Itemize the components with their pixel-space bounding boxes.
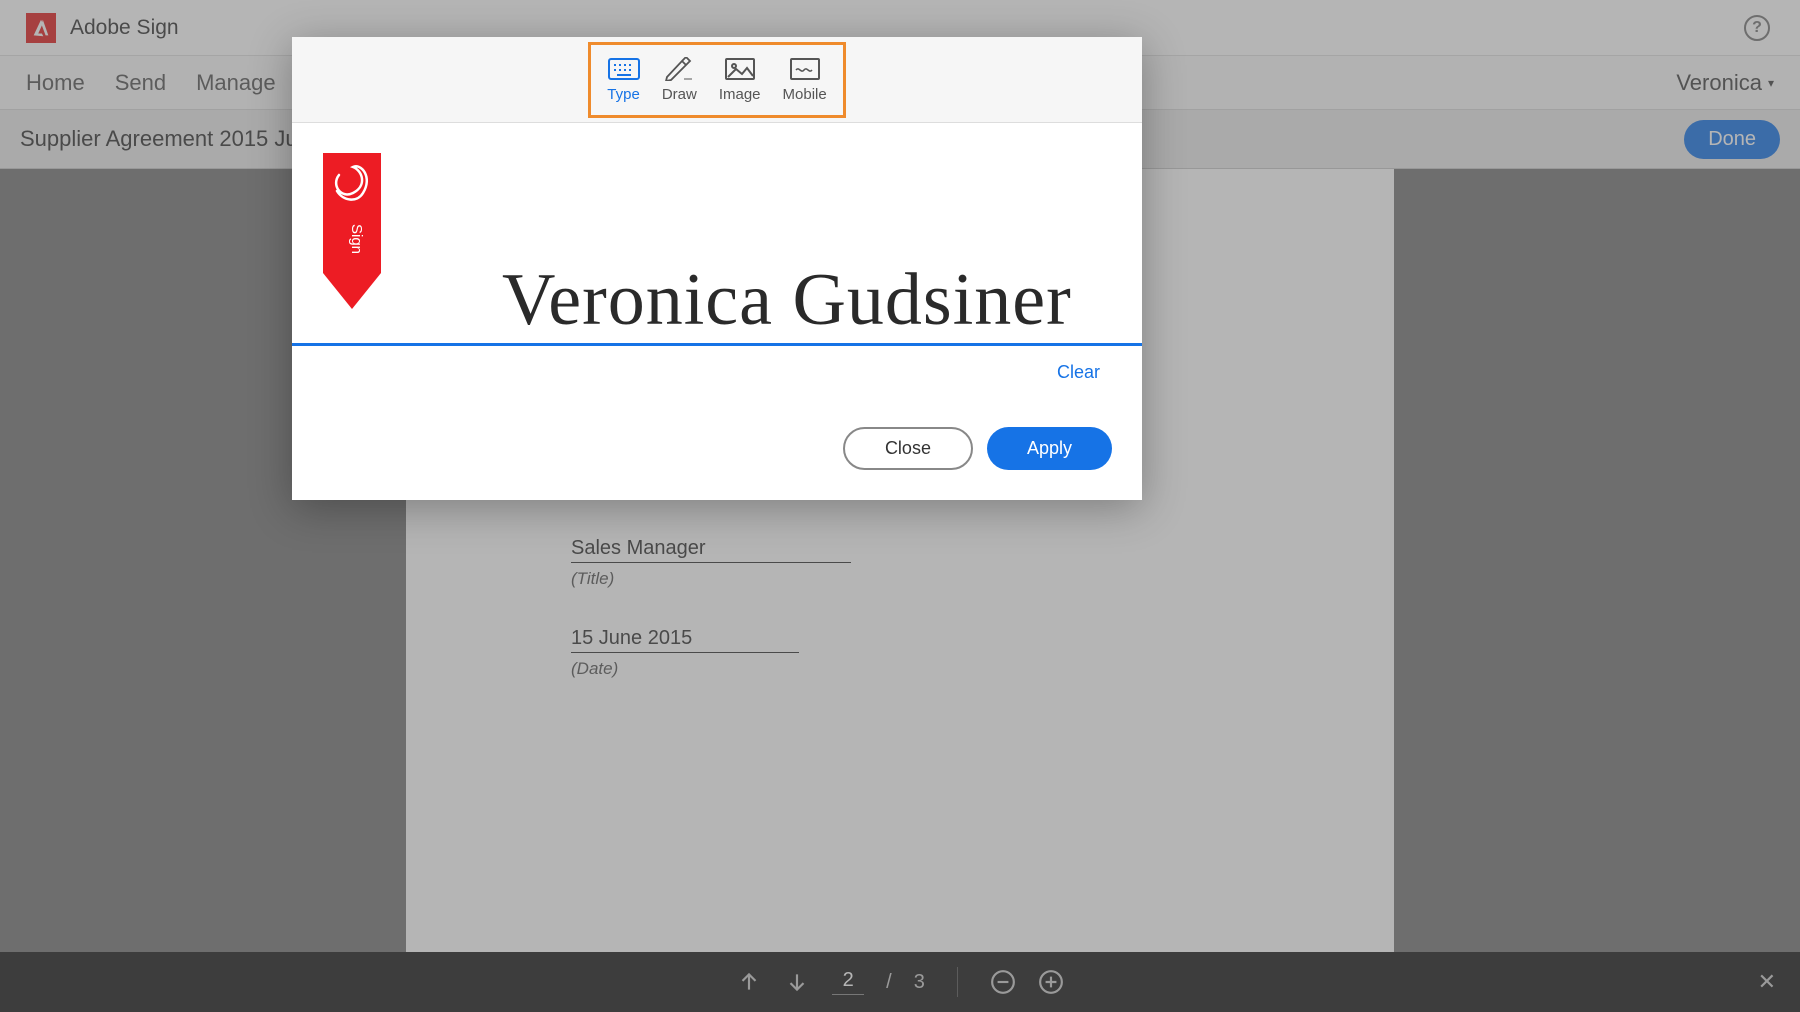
typed-signature: Veronica Gudsiner bbox=[502, 258, 1072, 343]
signature-tabs-highlight: Type Draw Image Mobile bbox=[588, 42, 845, 118]
tab-draw-label: Draw bbox=[662, 86, 697, 103]
modal-button-row: Close Apply bbox=[292, 383, 1142, 500]
close-button[interactable]: Close bbox=[843, 427, 973, 470]
tab-mobile[interactable]: Mobile bbox=[781, 58, 829, 103]
signature-modal: Type Draw Image Mobile bbox=[292, 37, 1142, 500]
pen-icon bbox=[663, 58, 695, 80]
tab-image[interactable]: Image bbox=[717, 58, 763, 103]
sign-ribbon-icon: Sign bbox=[323, 153, 381, 309]
tab-type[interactable]: Type bbox=[605, 58, 642, 103]
tab-mobile-label: Mobile bbox=[783, 86, 827, 103]
tab-type-label: Type bbox=[607, 86, 640, 103]
svg-text:Sign: Sign bbox=[348, 224, 365, 254]
signature-input-area[interactable]: Sign Veronica Gudsiner bbox=[292, 123, 1142, 346]
tab-image-label: Image bbox=[719, 86, 761, 103]
tab-draw[interactable]: Draw bbox=[660, 58, 699, 103]
clear-row: Clear bbox=[292, 346, 1142, 383]
clear-signature-link[interactable]: Clear bbox=[1057, 362, 1100, 382]
image-icon bbox=[724, 58, 756, 80]
apply-button[interactable]: Apply bbox=[987, 427, 1112, 470]
signature-tabs-container: Type Draw Image Mobile bbox=[292, 37, 1142, 123]
keyboard-icon bbox=[608, 58, 640, 80]
mobile-signature-icon bbox=[789, 58, 821, 80]
